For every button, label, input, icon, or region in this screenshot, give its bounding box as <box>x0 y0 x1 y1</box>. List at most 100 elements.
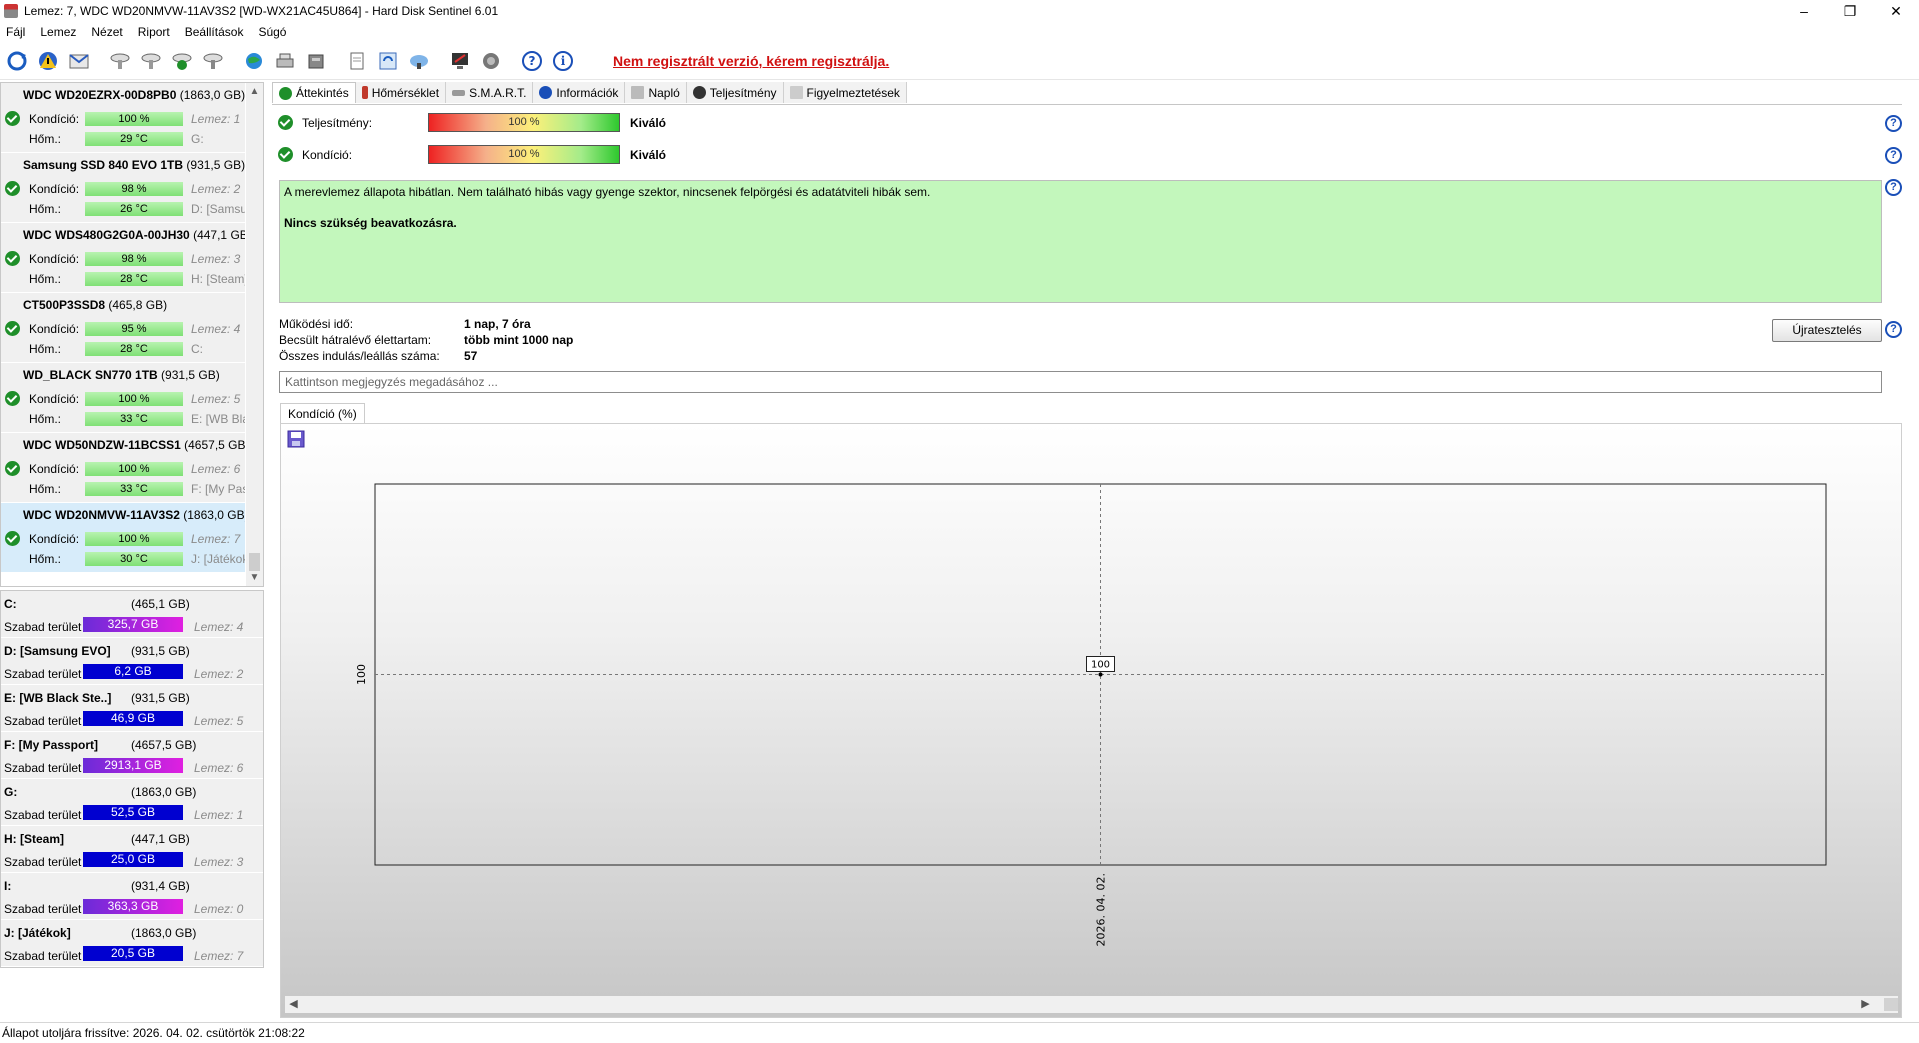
temperature-bar: 33 °C <box>85 412 183 426</box>
sync-icon[interactable] <box>374 47 402 75</box>
disk-item[interactable]: WDC WD50NDZW-11BCSS1 (4657,5 GB) Kondíci… <box>1 433 245 503</box>
scroll-up-icon[interactable]: ▲ <box>246 83 263 100</box>
condition-bar: 98 % <box>85 252 183 266</box>
volume-item[interactable]: D: [Samsung EVO] (931,5 GB) Szabad terüle… <box>1 638 263 685</box>
close-button[interactable]: ✕ <box>1873 0 1919 22</box>
tab-alerts[interactable]: Figyelmeztetések <box>783 82 907 103</box>
disk-name: WD_BLACK SN770 1TB (931,5 GB) <box>23 368 220 382</box>
temperature-bar: 28 °C <box>85 272 183 286</box>
condition-bar: 100 % <box>428 145 620 164</box>
status-message-box: A merevlemez állapota hibátlan. Nem talá… <box>279 180 1882 303</box>
window-title: Lemez: 7, WDC WD20NMVW-11AV3S2 [WD-WX21A… <box>24 4 499 18</box>
status-recommendation: Nincs szükség beavatkozásra. <box>284 216 457 230</box>
tab-performance[interactable]: Teljesítmény <box>686 82 784 103</box>
performance-bar: 100 % <box>428 113 620 132</box>
disk-item[interactable]: WDC WD20EZRX-00D8PB0 (1863,0 GB) Kondíci… <box>1 83 245 153</box>
overview-panel: Teljesítmény: 100 % Kiváló ? Kondíció: 1… <box>272 104 1902 1020</box>
gauge-icon <box>692 86 706 99</box>
performance-row: Teljesítmény: 100 % Kiváló <box>278 113 1878 133</box>
main-tabs: Áttekintés Hőmérséklet S.M.A.R.T. Inform… <box>272 82 907 104</box>
help-icon[interactable]: ? <box>1885 179 1902 196</box>
minimize-button[interactable]: – <box>1781 0 1827 22</box>
tab-information[interactable]: Információk <box>533 82 626 103</box>
retest-button[interactable]: Újratesztelés <box>1772 319 1882 342</box>
warning-icon[interactable] <box>34 47 62 75</box>
tab-condition-chart[interactable]: Kondíció (%) <box>280 403 365 423</box>
menu-view[interactable]: Nézet <box>85 25 131 39</box>
menu-help[interactable]: Súgó <box>252 25 295 39</box>
check-icon <box>5 181 20 196</box>
disk-name: WDC WDS480G2G0A-00JH30 (447,1 GB) <box>23 228 245 242</box>
speaker-icon[interactable] <box>477 47 505 75</box>
app-icon <box>4 4 18 18</box>
monitor-icon[interactable] <box>446 47 474 75</box>
disk-item[interactable]: CT500P3SSD8 (465,8 GB) Kondíció: 95 % Leme… <box>1 293 245 363</box>
disk-tools-icon[interactable] <box>199 47 227 75</box>
free-space-bar: 46,9 GB <box>83 711 183 726</box>
network-disk-icon[interactable] <box>271 47 299 75</box>
register-link[interactable]: Nem regisztrált verzió, kérem regisztrál… <box>613 53 889 69</box>
check-icon <box>5 251 20 266</box>
disk-name: CT500P3SSD8 (465,8 GB) <box>23 298 168 312</box>
info-icon[interactable]: i <box>549 47 577 75</box>
disk-item-selected[interactable]: WDC WD20NMVW-11AV3S2 (1863,0 GB) Kondíci… <box>1 503 245 573</box>
scroll-left-icon[interactable]: ◀ <box>285 996 302 1013</box>
help-icon[interactable]: ? <box>1885 321 1902 338</box>
check-icon <box>5 321 20 336</box>
globe-icon[interactable] <box>240 47 268 75</box>
x-tick-label: 2026. 04. 02. <box>1095 873 1108 946</box>
volume-item[interactable]: G: (1863,0 GB) Szabad terület 52,5 GB Lemez… <box>1 779 263 826</box>
scroll-thumb[interactable] <box>1884 998 1898 1011</box>
disk-name: Samsung SSD 840 EVO 1TB (931,5 GB) <box>23 158 245 172</box>
refresh-icon[interactable] <box>3 47 31 75</box>
condition-chart: 100 100 2026. 04. 02. <box>355 483 1827 946</box>
cloud-icon[interactable] <box>405 47 433 75</box>
help-icon[interactable]: ? <box>1885 115 1902 132</box>
scroll-right-icon[interactable]: ▶ <box>1857 996 1874 1013</box>
status-message: A merevlemez állapota hibátlan. Nem talá… <box>284 185 931 199</box>
maximize-button[interactable]: ❐ <box>1827 0 1873 22</box>
disk-ok-icon[interactable] <box>168 47 196 75</box>
help-icon[interactable]: ? <box>1885 147 1902 164</box>
tab-smart[interactable]: S.M.A.R.T. <box>446 82 534 103</box>
disk-name: WDC WD20NMVW-11AV3S2 (1863,0 GB) <box>23 508 245 522</box>
chart-scrollbar[interactable]: ◀ ▶ <box>285 996 1898 1013</box>
menu-settings[interactable]: Beállítások <box>179 25 253 39</box>
disk-list-scrollbar[interactable]: ▲ ▼ <box>246 83 263 586</box>
volume-item[interactable]: F: [My Passport] (4657,5 GB) Szabad terül… <box>1 732 263 779</box>
free-space-bar: 325,7 GB <box>83 617 183 632</box>
condition-row: Kondíció: 100 % Kiváló <box>278 145 1878 165</box>
check-icon <box>5 391 20 406</box>
alerts-icon <box>789 86 803 99</box>
volume-item[interactable]: C: (465,1 GB) Szabad terület 325,7 GB Lemez… <box>1 591 263 638</box>
thermometer-icon <box>361 86 368 99</box>
check-icon <box>279 86 292 100</box>
menu-file[interactable]: Fájl <box>0 25 34 39</box>
tab-overview[interactable]: Áttekintés <box>272 82 356 103</box>
volume-item[interactable]: H: [Steam] (447,1 GB) Szabad terület 25,0 … <box>1 826 263 873</box>
menu-report[interactable]: Riport <box>132 25 179 39</box>
external-disk-icon[interactable] <box>302 47 330 75</box>
scroll-down-icon[interactable]: ▼ <box>246 569 263 586</box>
disk-test-icon[interactable] <box>106 47 134 75</box>
help-icon[interactable]: ? <box>518 47 546 75</box>
volume-item[interactable]: I: (931,4 GB) Szabad terület 363,3 GB Lemez… <box>1 873 263 920</box>
disk-item[interactable]: WD_BLACK SN770 1TB (931,5 GB) Kondíció: 1… <box>1 363 245 433</box>
menu-disk[interactable]: Lemez <box>34 25 85 39</box>
volume-list: C: (465,1 GB) Szabad terület 325,7 GB Lemez… <box>0 590 264 968</box>
tab-log[interactable]: Napló <box>625 82 687 103</box>
disk-surface-icon[interactable] <box>137 47 165 75</box>
disk-item[interactable]: Samsung SSD 840 EVO 1TB (931,5 GB) Kondí… <box>1 153 245 223</box>
svg-text:i: i <box>561 54 566 68</box>
report-icon[interactable] <box>343 47 371 75</box>
volume-item[interactable]: J: [Játékok] (1863,0 GB) Szabad terület 20… <box>1 920 263 967</box>
data-point <box>1098 672 1103 677</box>
disk-item[interactable]: WDC WDS480G2G0A-00JH30 (447,1 GB) Kondíc… <box>1 223 245 293</box>
tab-temperature[interactable]: Hőmérséklet <box>355 82 447 103</box>
window-controls: – ❐ ✕ <box>1781 0 1919 22</box>
mail-icon[interactable] <box>65 47 93 75</box>
condition-chart-panel: 100 100 2026. 04. 02. ◀ ▶ <box>280 423 1902 1018</box>
temperature-bar: 26 °C <box>85 202 183 216</box>
volume-item[interactable]: E: [WB Black Ste..] (931,5 GB) Szabad ter… <box>1 685 263 732</box>
note-input[interactable]: Kattintson megjegyzés megadásához ... <box>279 371 1882 393</box>
